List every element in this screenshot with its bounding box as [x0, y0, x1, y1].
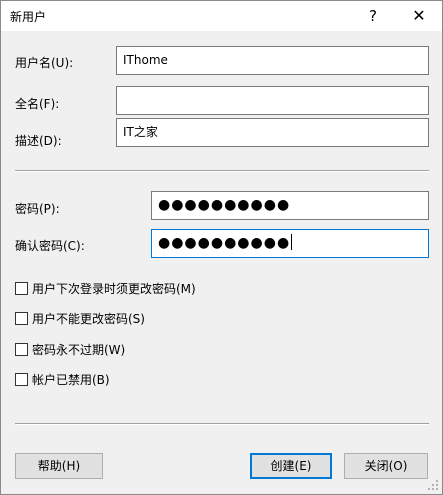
option-password-never-expires[interactable]: 密码永不过期(W): [15, 341, 125, 357]
new-user-dialog: 新用户 ? ✕ 用户名(U): IThome 全名(F): 描述(D): IT之…: [0, 0, 443, 495]
description-input[interactable]: IT之家: [116, 118, 429, 147]
resize-grip-icon[interactable]: [428, 480, 438, 490]
description-label: 描述(D):: [15, 134, 62, 148]
fullname-label: 全名(F):: [15, 97, 60, 111]
create-button[interactable]: 创建(E): [250, 453, 332, 479]
separator-top: [15, 170, 429, 172]
help-button[interactable]: 帮助(H): [15, 453, 103, 479]
checkbox[interactable]: [15, 343, 28, 356]
separator-bottom: [15, 423, 429, 425]
option-label: 密码永不过期(W): [32, 343, 126, 357]
checkbox[interactable]: [15, 373, 28, 386]
title-bar: 新用户 ? ✕: [1, 1, 442, 31]
username-label: 用户名(U):: [15, 56, 74, 70]
password-mask: ●●●●●●●●●●: [158, 197, 291, 213]
option-account-disabled[interactable]: 帐户已禁用(B): [15, 371, 110, 387]
password-label: 密码(P):: [15, 202, 60, 216]
option-label: 帐户已禁用(B): [32, 373, 110, 387]
dialog-title: 新用户: [10, 10, 47, 24]
confirm-password-mask: ●●●●●●●●●●: [158, 235, 291, 251]
text-caret: [291, 234, 293, 250]
option-cannot-change-password[interactable]: 用户不能更改密码(S): [15, 310, 145, 326]
option-must-change-password[interactable]: 用户下次登录时须更改密码(M): [15, 280, 196, 296]
confirm-password-label: 确认密码(C):: [15, 239, 85, 253]
password-input[interactable]: ●●●●●●●●●●: [151, 191, 429, 220]
confirm-password-input[interactable]: ●●●●●●●●●●: [151, 229, 429, 258]
option-label: 用户下次登录时须更改密码(M): [32, 282, 196, 296]
close-icon[interactable]: ✕: [407, 5, 431, 27]
checkbox[interactable]: [15, 282, 28, 295]
fullname-input[interactable]: [116, 86, 429, 115]
username-input[interactable]: IThome: [116, 46, 429, 75]
checkbox[interactable]: [15, 312, 28, 325]
option-label: 用户不能更改密码(S): [32, 312, 145, 326]
help-icon[interactable]: ?: [361, 5, 385, 27]
close-button[interactable]: 关闭(O): [344, 453, 428, 479]
